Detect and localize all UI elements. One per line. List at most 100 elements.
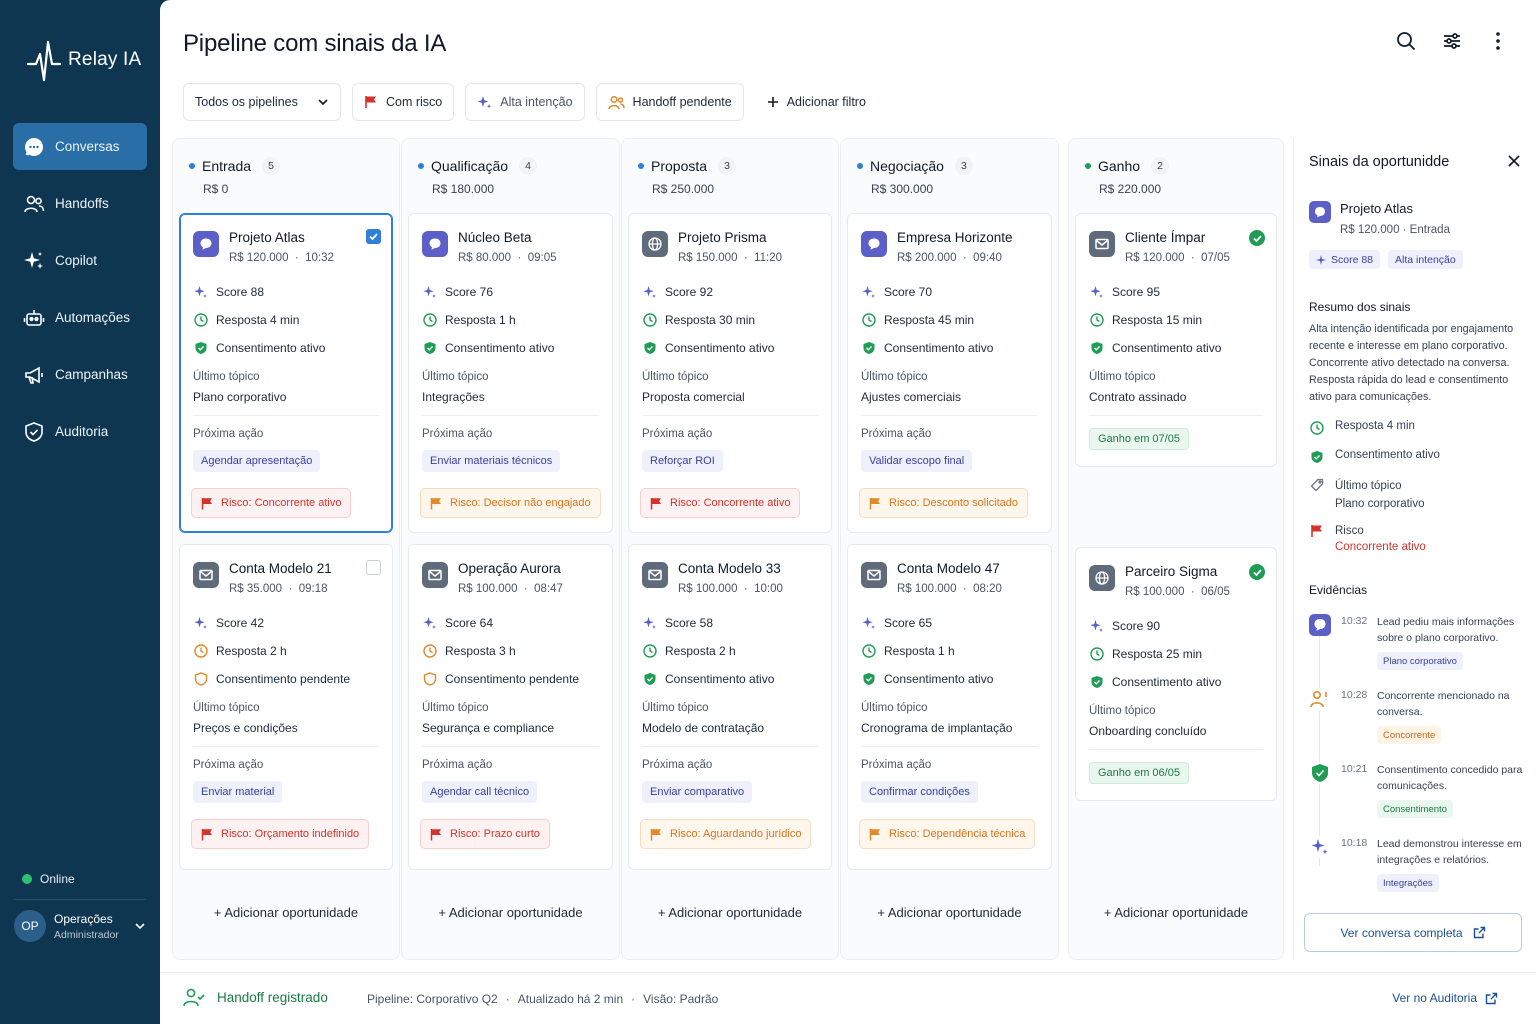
nav-item-auditoria[interactable]: Auditoria <box>13 408 147 455</box>
search-icon[interactable] <box>1396 30 1416 52</box>
risk-text: Risco: Prazo curto <box>450 828 540 840</box>
next-action-chip[interactable]: Validar escopo final <box>861 450 973 472</box>
opportunity-card[interactable]: Conta Modelo 47 R$ 100.000 · 08:20 Score… <box>847 544 1052 870</box>
last-topic-value: Cronograma de implantação <box>861 721 1013 735</box>
next-action-chip[interactable]: Confirmar condições <box>861 781 978 803</box>
card-time: 10:00 <box>754 583 783 595</box>
close-icon[interactable] <box>1508 155 1520 167</box>
risk-text: Risco: Dependência técnica <box>889 828 1026 840</box>
nav-item-copilot[interactable]: Copilot <box>13 237 147 284</box>
shield-icon <box>193 340 208 355</box>
handoff-label: Handoff registrado <box>217 989 328 1005</box>
last-topic-label: Último tópico <box>1089 705 1156 717</box>
mail-icon <box>422 562 448 588</box>
card-value: R$ 80.000 <box>458 252 512 264</box>
nav-item-handoffs[interactable]: Handoffs <box>13 180 147 227</box>
consent-text: Consentimento ativo <box>665 671 775 686</box>
next-action-chip[interactable]: Enviar comparativo <box>642 781 753 803</box>
score-text: Score 58 <box>665 615 714 630</box>
card-divider <box>861 415 1038 416</box>
last-topic-label: Último tópico <box>861 371 928 383</box>
next-action-chip[interactable]: Reforçar ROI <box>642 450 723 472</box>
response-text: Resposta 1 h <box>884 643 955 658</box>
summary-text: Alta intenção identificada por engajamen… <box>1309 323 1514 403</box>
flag-icon <box>650 828 662 841</box>
next-action-chip[interactable]: Enviar material <box>193 781 283 803</box>
button-label: Ver conversa completa <box>1340 925 1463 940</box>
add-opportunity-button[interactable]: + Adicionar oportunidade <box>1069 905 1283 920</box>
card-consent: Consentimento ativo <box>193 340 325 355</box>
sparkle-icon <box>193 615 208 630</box>
link-label: Ver no Auditoria <box>1392 991 1477 1005</box>
pipeline-select-value: Todos os pipelines <box>195 95 298 109</box>
column-count: 3 <box>718 157 737 175</box>
clock-icon <box>861 312 876 327</box>
nav-item-automacoes[interactable]: Automações <box>13 294 147 341</box>
pipeline-column-4: Negociação 3 R$ 300.000 + Adicionar opor… <box>840 138 1059 960</box>
consent-text: Consentimento ativo <box>445 340 555 355</box>
score-text: Score 42 <box>216 615 265 630</box>
filter-handoff[interactable]: Handoff pendente <box>595 83 744 121</box>
main-nav: Conversas Handoffs Copilot Automações Ca… <box>13 123 147 465</box>
opportunity-card[interactable]: Projeto Prisma R$ 150.000 · 11:20 Score … <box>628 213 832 533</box>
next-action-chip[interactable]: Enviar materiais técnicos <box>422 450 561 472</box>
footer-separator: · <box>505 992 510 1006</box>
panel-topic: Último tópico Plano corporativo <box>1309 477 1425 513</box>
opportunity-card[interactable]: Núcleo Beta R$ 80.000 · 09:05 Score 76 R… <box>408 213 613 533</box>
column-name: Entrada <box>202 158 252 174</box>
next-action-chip[interactable]: Agendar call técnico <box>422 781 538 803</box>
add-opportunity-button[interactable]: + Adicionar oportunidade <box>173 905 399 920</box>
opportunity-card[interactable]: Projeto Atlas R$ 120.000 · 10:32 Score 8… <box>179 213 393 533</box>
opportunity-card[interactable]: Cliente Ímpar R$ 120.000 · 07/05 Score 9… <box>1075 213 1277 467</box>
column-header: Proposta 3 <box>638 157 737 175</box>
response-text: Resposta 30 min <box>665 312 756 327</box>
card-checkbox[interactable] <box>366 560 381 575</box>
add-opportunity-button[interactable]: + Adicionar oportunidade <box>841 905 1058 920</box>
nav-item-conversas[interactable]: Conversas <box>13 123 147 170</box>
card-consent: Consentimento ativo <box>1089 340 1221 355</box>
card-score: Score 64 <box>422 615 493 630</box>
filter-intent[interactable]: Alta intenção <box>465 83 585 121</box>
add-opportunity-label: Adicionar oportunidade <box>448 905 583 920</box>
user-menu[interactable]: OP Operações Administrador <box>14 910 146 942</box>
sparkle-icon <box>642 615 657 630</box>
next-action-label: Próxima ação <box>861 759 932 771</box>
opportunity-card[interactable]: Empresa Horizonte R$ 200.000 · 09:40 Sco… <box>847 213 1052 533</box>
view-in-audit-link[interactable]: Ver no Auditoria <box>1392 991 1498 1005</box>
app-logo[interactable]: Relay IA <box>26 36 141 84</box>
add-filter-button[interactable]: Adicionar filtro <box>754 83 878 121</box>
nav-item-campanhas[interactable]: Campanhas <box>13 351 147 398</box>
evidence-tag: Consentimento <box>1377 800 1453 818</box>
add-opportunity-button[interactable]: + Adicionar oportunidade <box>402 905 619 920</box>
opportunity-card[interactable]: Operação Aurora R$ 100.000 · 08:47 Score… <box>408 544 613 870</box>
next-action-label: Próxima ação <box>193 759 264 771</box>
opportunity-card[interactable]: Conta Modelo 33 R$ 100.000 · 10:00 Score… <box>628 544 832 870</box>
score-text: Score 88 <box>216 284 265 299</box>
flag-icon <box>869 497 881 510</box>
add-opportunity-button[interactable]: + Adicionar oportunidade <box>622 905 838 920</box>
card-title: Empresa Horizonte <box>897 230 1013 245</box>
last-topic-value: Contrato assinado <box>1089 390 1187 404</box>
card-score: Score 88 <box>193 284 264 299</box>
chevron-down-icon[interactable] <box>134 920 146 932</box>
footer-meta: Pipeline: Corporativo Q2 · Atualizado há… <box>367 992 718 1006</box>
add-opportunity-label: Adicionar oportunidade <box>887 905 1022 920</box>
shield-icon <box>642 671 657 686</box>
opportunity-card[interactable]: Conta Modelo 21 R$ 35.000 · 09:18 Score … <box>179 544 393 870</box>
signals-panel: Sinais da oportunidde Projeto Atlas R$ 1… <box>1293 138 1536 960</box>
filter-risk[interactable]: Com risco <box>352 83 455 121</box>
panel-opportunity-name: Projeto Atlas <box>1340 201 1413 216</box>
card-meta: R$ 100.000 · 10:00 <box>678 583 783 595</box>
column-count: 3 <box>954 157 973 175</box>
filter-sliders-icon[interactable] <box>1442 30 1462 52</box>
pipeline-select[interactable]: Todos os pipelines <box>183 83 341 121</box>
opportunity-card[interactable]: Parceiro Sigma R$ 100.000 · 06/05 Score … <box>1075 547 1277 801</box>
score-text: Score 95 <box>1112 284 1161 299</box>
next-action-chip[interactable]: Agendar apresentação <box>193 450 321 472</box>
more-options-icon[interactable] <box>1488 30 1508 52</box>
card-consent: Consentimento ativo <box>642 671 774 686</box>
card-value: R$ 100.000 <box>458 583 518 595</box>
risk-text: Risco: Concorrente ativo <box>670 497 791 509</box>
card-checkbox[interactable] <box>366 229 381 244</box>
view-full-conversation-button[interactable]: Ver conversa completa <box>1304 913 1522 952</box>
